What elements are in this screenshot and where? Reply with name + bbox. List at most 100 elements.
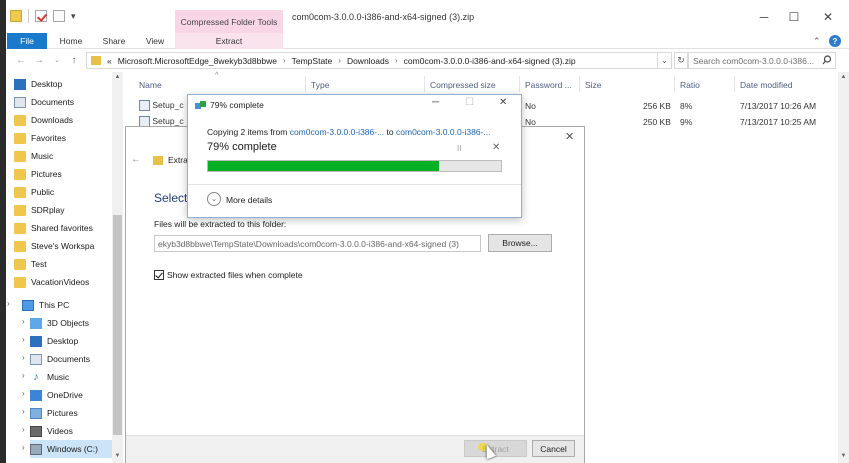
address-bar[interactable]: « Microsoft.MicrosoftEdge_8wekyb3d8bbwe … xyxy=(86,52,658,69)
breadcrumb-separator[interactable]: › xyxy=(283,56,286,65)
back-arrow-icon[interactable]: ← xyxy=(131,154,141,165)
nav-item-3d-objects[interactable]: 3D Objects xyxy=(30,314,89,332)
destination-path-input[interactable]: ekyb3d8bbwe\TempState\Downloads\com0com-… xyxy=(154,235,481,252)
nav-item-steves-workspace[interactable]: Steve's Workspa xyxy=(14,237,94,255)
table-row[interactable]: Setup_c xyxy=(139,100,184,112)
address-overflow[interactable]: « xyxy=(107,56,112,66)
cancel-button[interactable]: Cancel xyxy=(532,440,575,457)
wizard-close-icon[interactable]: ✕ xyxy=(565,130,574,143)
tab-file[interactable]: File xyxy=(7,33,47,49)
expand-chevron-icon[interactable]: › xyxy=(22,443,25,452)
destination-link[interactable]: com0com-3.0.0.0-i386-... xyxy=(396,127,490,137)
column-header-size[interactable]: Size xyxy=(585,80,602,90)
nav-item-pc-desktop[interactable]: Desktop xyxy=(30,332,78,350)
nav-item-this-pc[interactable]: This PC xyxy=(22,296,69,314)
up-arrow-icon[interactable]: ↑ xyxy=(67,53,81,67)
breadcrumb-separator[interactable]: › xyxy=(338,56,341,65)
show-files-checkbox[interactable] xyxy=(154,270,164,280)
show-files-label[interactable]: Show extracted files when complete xyxy=(167,270,303,280)
expand-chevron-icon[interactable]: › xyxy=(22,317,25,326)
maximize-button[interactable]: ☐ xyxy=(779,8,809,26)
column-header-type[interactable]: Type xyxy=(311,80,329,90)
onedrive-icon xyxy=(30,389,42,401)
tab-view[interactable]: View xyxy=(138,33,172,49)
stop-icon[interactable]: ✕ xyxy=(492,142,500,153)
nav-item-public[interactable]: Public xyxy=(14,183,54,201)
expand-chevron-icon[interactable]: › xyxy=(22,353,25,362)
nav-scrollbar[interactable]: ▲ ▼ xyxy=(112,72,123,463)
nav-item-favorites[interactable]: Favorites xyxy=(14,129,66,147)
back-arrow-icon[interactable]: ← xyxy=(14,53,28,67)
column-divider[interactable] xyxy=(424,76,425,92)
properties-icon[interactable] xyxy=(35,10,47,22)
progress-minimize-button[interactable]: ─ xyxy=(432,97,439,108)
nav-item-windows-c[interactable]: Windows (C:) xyxy=(30,440,112,458)
help-button[interactable]: ? xyxy=(829,35,841,47)
nav-item-pc-documents[interactable]: Documents xyxy=(30,350,90,368)
content-scrollbar[interactable]: ▲ ▼ xyxy=(838,72,849,463)
nav-item-pictures[interactable]: Pictures xyxy=(14,165,62,183)
scroll-down-icon[interactable]: ▼ xyxy=(838,453,849,459)
column-divider[interactable] xyxy=(305,76,306,92)
expand-chevron-icon[interactable]: › xyxy=(22,407,25,416)
progress-close-button[interactable]: ✕ xyxy=(499,97,507,108)
expand-chevron-icon[interactable]: › xyxy=(22,425,25,434)
nav-item-music[interactable]: Music xyxy=(14,147,53,165)
scroll-up-icon[interactable]: ▲ xyxy=(838,74,849,80)
breadcrumb-item[interactable]: Downloads xyxy=(347,56,389,66)
column-header-compressed-size[interactable]: Compressed size xyxy=(430,80,496,90)
column-header-password[interactable]: Password ... xyxy=(525,80,572,90)
customize-toolbar-icon[interactable]: ▾ xyxy=(71,11,76,22)
nav-item-documents[interactable]: Documents xyxy=(14,93,74,111)
scroll-up-icon[interactable]: ▲ xyxy=(112,74,123,80)
expand-chevron-icon[interactable]: › xyxy=(22,335,25,344)
expand-chevron-icon[interactable]: › xyxy=(22,371,25,380)
source-link[interactable]: com0com-3.0.0.0-i386-... xyxy=(290,127,384,137)
column-header-date-modified[interactable]: Date modified xyxy=(740,80,792,90)
new-folder-icon[interactable] xyxy=(53,10,65,22)
column-divider[interactable] xyxy=(579,76,580,92)
recent-locations-icon[interactable]: ⌄ xyxy=(50,53,64,67)
breadcrumb-item[interactable]: com0com-3.0.0.0-i386-and-x64-signed (3).… xyxy=(404,56,576,66)
nav-item-test[interactable]: Test xyxy=(14,255,47,273)
minimize-button[interactable]: ─ xyxy=(749,8,779,26)
breadcrumb-separator[interactable]: › xyxy=(395,56,398,65)
expand-chevron-icon[interactable]: › xyxy=(22,389,25,398)
pause-icon[interactable]: II xyxy=(457,144,461,153)
folder-icon xyxy=(91,56,101,65)
tab-home[interactable]: Home xyxy=(52,33,90,49)
close-button[interactable]: ✕ xyxy=(813,8,843,26)
folder-icon xyxy=(14,258,26,270)
column-divider[interactable] xyxy=(674,76,675,92)
expand-chevron-icon[interactable]: › xyxy=(7,299,10,308)
tab-extract[interactable]: Extract xyxy=(175,33,283,49)
browse-button[interactable]: Browse... xyxy=(488,234,552,252)
breadcrumb-item[interactable]: TempState xyxy=(292,56,333,66)
search-input[interactable]: Search com0com-3.0.0.0-i386... xyxy=(688,52,836,69)
column-header-ratio[interactable]: Ratio xyxy=(680,80,700,90)
chevron-down-icon[interactable]: ⌄ xyxy=(207,192,221,206)
collapse-ribbon-icon[interactable]: ⌃ xyxy=(813,36,821,47)
column-header-name[interactable]: Name xyxy=(139,80,162,90)
nav-item-pc-music[interactable]: ♪ Music xyxy=(30,368,69,386)
nav-item-videos[interactable]: Videos xyxy=(30,422,73,440)
column-divider[interactable] xyxy=(734,76,735,92)
breadcrumb-item[interactable]: Microsoft.MicrosoftEdge_8wekyb3d8bbwe xyxy=(118,56,277,66)
address-dropdown-icon[interactable]: ⌄ xyxy=(658,52,672,69)
forward-arrow-icon[interactable]: → xyxy=(32,53,46,67)
refresh-icon[interactable]: ↻ xyxy=(674,52,688,69)
scrollbar-thumb[interactable] xyxy=(113,215,122,435)
tab-share[interactable]: Share xyxy=(96,33,132,49)
nav-item-onedrive[interactable]: OneDrive xyxy=(30,386,83,404)
column-divider[interactable] xyxy=(519,76,520,92)
nav-item-pc-pictures[interactable]: Pictures xyxy=(30,404,78,422)
search-icon[interactable] xyxy=(822,55,832,65)
scroll-down-icon[interactable]: ▼ xyxy=(112,453,123,459)
more-details-toggle[interactable]: More details xyxy=(226,195,272,205)
nav-item-downloads[interactable]: Downloads xyxy=(14,111,73,129)
nav-item-vacationvideos[interactable]: VacationVideos xyxy=(14,273,89,291)
nav-item-sdrplay[interactable]: SDRplay xyxy=(14,201,65,219)
nav-item-desktop[interactable]: Desktop xyxy=(14,75,62,93)
nav-item-shared-favorites[interactable]: Shared favorites xyxy=(14,219,93,237)
cell-password: No xyxy=(525,101,536,111)
